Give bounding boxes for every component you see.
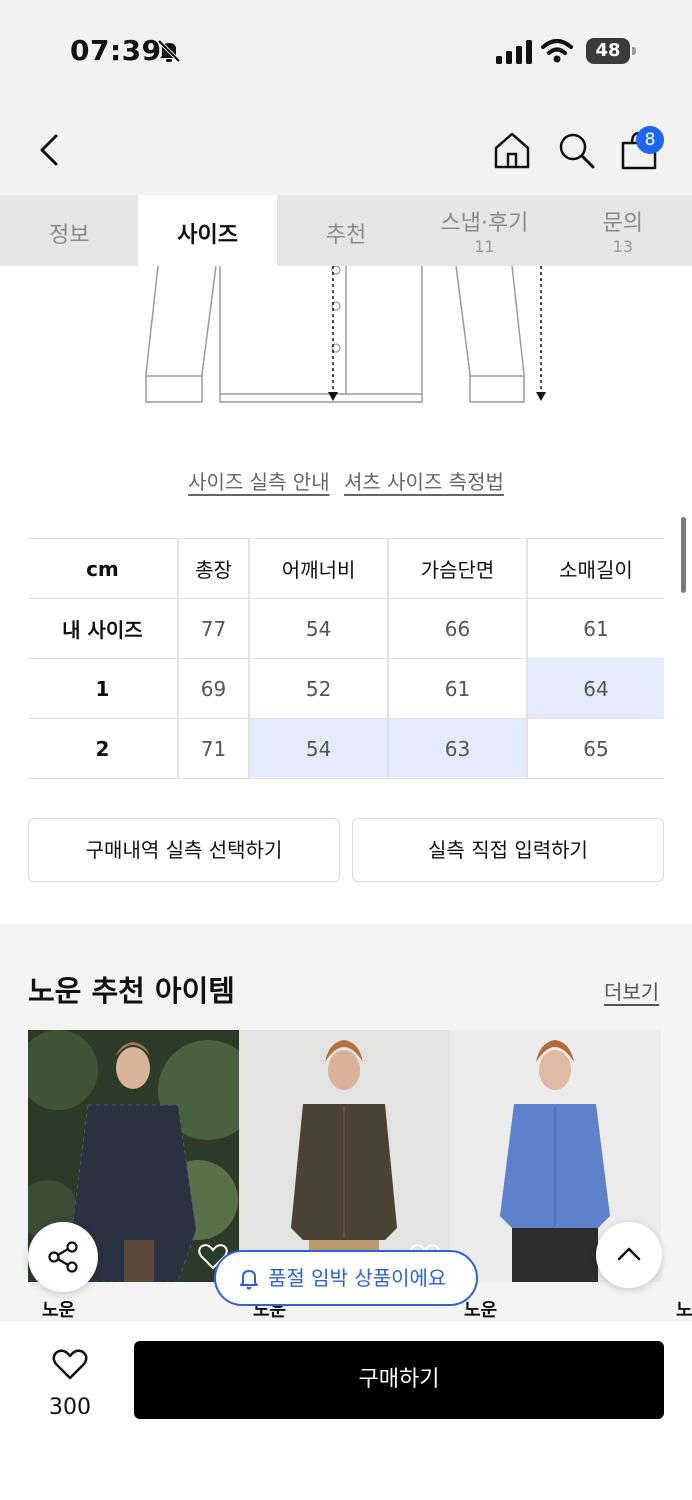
tab-inquiry[interactable]: 문의 13 <box>554 195 692 266</box>
wifi-icon <box>541 39 573 63</box>
tab-recommend[interactable]: 추천 <box>277 195 415 266</box>
signal-icon <box>496 40 532 64</box>
bell-off-icon <box>157 39 181 63</box>
table-header: cm <box>28 538 178 599</box>
table-header: 가슴단면 <box>387 538 527 599</box>
manual-size-input-button[interactable]: 실측 직접 입력하기 <box>352 818 664 882</box>
tab-label: 사이즈 <box>177 223 238 248</box>
table-cell: 69 <box>176 658 250 719</box>
table-cell: 65 <box>525 718 664 779</box>
tab-snap-review[interactable]: 스냅·후기 11 <box>415 195 553 266</box>
actual-size-guide-link[interactable]: 사이즈 실측 안내 <box>188 470 330 494</box>
tab-label: 추천 <box>325 223 367 248</box>
tab-size[interactable]: 사이즈 <box>138 195 277 266</box>
tab-label: 정보 <box>48 223 90 248</box>
row-label: 내 사이즈 <box>28 598 178 659</box>
bottom-purchase-bar: 300 구매하기 <box>0 1320 692 1500</box>
search-icon[interactable] <box>556 130 596 170</box>
share-icon <box>48 1241 78 1273</box>
battery-indicator: 48 <box>586 38 636 64</box>
like-count: 300 <box>49 1395 91 1420</box>
bell-icon <box>240 1270 258 1290</box>
table-row: 2 71 54 63 65 <box>28 718 664 779</box>
row-label: 2 <box>28 718 178 779</box>
chevron-up-icon <box>617 1247 641 1261</box>
product-brand: 노운 <box>42 1300 76 1320</box>
row-label: 1 <box>28 658 178 719</box>
scrollbar[interactable] <box>681 517 686 593</box>
recommend-title: 노운 추천 아이템 <box>28 974 235 1008</box>
shirt-measurement-diagram <box>145 266 546 403</box>
table-header: 총장 <box>176 538 250 599</box>
status-time: 07:39 <box>70 34 162 67</box>
buy-button[interactable]: 구매하기 <box>134 1341 664 1419</box>
table-header-row: cm 총장 어깨너비 가슴단면 소매길이 <box>28 538 664 599</box>
cart-count-badge: 8 <box>636 126 664 154</box>
table-cell-highlighted: 64 <box>525 658 664 719</box>
size-guide-links: 사이즈 실측 안내 셔츠 사이즈 측정법 <box>0 466 692 495</box>
table-cell: 71 <box>176 718 250 779</box>
table-cell: 54 <box>248 598 389 659</box>
top-nav: 8 <box>0 100 692 195</box>
table-cell: 77 <box>176 598 250 659</box>
product-brand: 노운 <box>464 1300 498 1320</box>
tab-label: 스냅·후기 <box>440 211 529 236</box>
tab-label: 문의 <box>602 211 644 236</box>
like-button[interactable]: 300 <box>40 1345 100 1435</box>
status-bar: 07:39 48 <box>0 0 692 100</box>
share-button[interactable] <box>28 1222 98 1292</box>
table-row: 내 사이즈 77 54 66 61 <box>28 598 664 659</box>
battery-level: 48 <box>595 40 621 61</box>
home-icon[interactable] <box>492 130 532 170</box>
shirt-measure-link[interactable]: 셔츠 사이즈 측정법 <box>344 470 504 494</box>
heart-icon <box>52 1349 88 1380</box>
soldout-alert-pill[interactable]: 품절 임박 상품이에요 <box>214 1250 478 1306</box>
table-cell: 61 <box>525 598 664 659</box>
table-row: 1 69 52 61 64 <box>28 658 664 719</box>
purchase-history-select-button[interactable]: 구매내역 실측 선택하기 <box>28 818 340 882</box>
table-cell: 66 <box>387 598 527 659</box>
table-header: 소매길이 <box>525 538 664 599</box>
tab-info[interactable]: 정보 <box>0 195 138 266</box>
back-arrow-icon[interactable] <box>34 132 64 168</box>
product-tabs: 정보 사이즈 추천 스냅·후기 11 문의 13 <box>0 195 692 266</box>
tab-count: 13 <box>612 237 633 256</box>
table-cell-highlighted: 54 <box>248 718 389 779</box>
soldout-alert-text: 품절 임박 상품이에요 <box>268 1266 447 1290</box>
table-cell-highlighted: 63 <box>387 718 527 779</box>
scroll-to-top-button[interactable] <box>596 1222 662 1288</box>
table-header: 어깨너비 <box>248 538 389 599</box>
table-cell: 52 <box>248 658 389 719</box>
product-brand: 노 <box>676 1300 692 1320</box>
more-link[interactable]: 더보기 <box>604 976 659 1005</box>
size-table: cm 총장 어깨너비 가슴단면 소매길이 내 사이즈 77 54 66 61 1… <box>28 538 664 779</box>
table-cell: 61 <box>387 658 527 719</box>
tab-count: 11 <box>474 237 495 256</box>
